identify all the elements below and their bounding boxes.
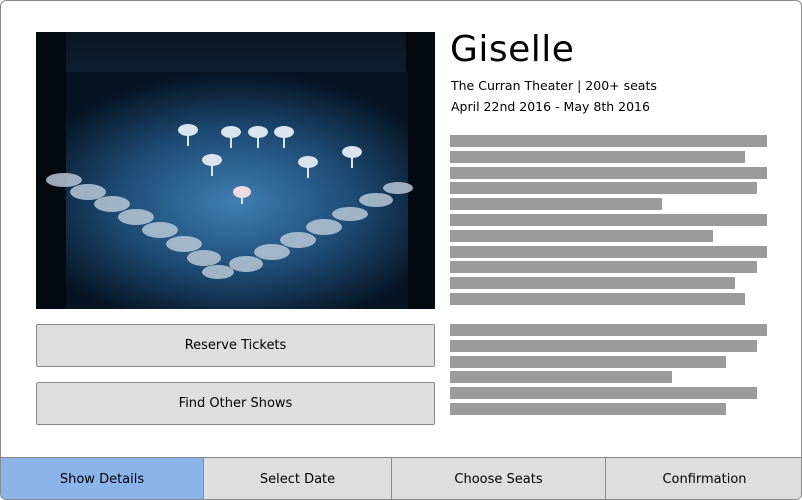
text-placeholder-line xyxy=(450,371,672,384)
tab-choose-seats[interactable]: Choose Seats xyxy=(392,458,606,499)
show-dates: April 22nd 2016 - May 8th 2016 xyxy=(451,99,650,114)
find-other-shows-button[interactable]: Find Other Shows xyxy=(36,382,435,425)
text-placeholder-line xyxy=(450,198,662,211)
text-placeholder-line xyxy=(450,277,735,290)
app-window: Reserve Tickets Find Other Shows Giselle… xyxy=(0,0,802,500)
show-title: Giselle xyxy=(450,29,575,70)
text-placeholder-line xyxy=(450,402,726,415)
tab-select-date[interactable]: Select Date xyxy=(204,458,392,499)
reserve-tickets-button[interactable]: Reserve Tickets xyxy=(36,324,435,367)
text-placeholder-line xyxy=(450,387,757,400)
step-tabs: Show Details Select Date Choose Seats Co… xyxy=(1,457,801,499)
text-placeholder-line xyxy=(450,229,713,242)
text-placeholder-line xyxy=(450,292,745,305)
text-placeholder-line xyxy=(450,213,767,226)
text-placeholder-line xyxy=(450,245,767,258)
tab-show-details[interactable]: Show Details xyxy=(1,458,204,499)
ballet-stage-illustration xyxy=(36,32,435,309)
text-placeholder-line xyxy=(450,339,757,352)
description-placeholder-paragraph-1 xyxy=(450,135,770,309)
text-placeholder-line xyxy=(450,355,726,368)
show-venue: The Curran Theater | 200+ seats xyxy=(451,78,657,93)
show-hero-image xyxy=(36,32,435,309)
description-placeholder-paragraph-2 xyxy=(450,324,770,419)
text-placeholder-line xyxy=(450,261,757,274)
text-placeholder-line xyxy=(450,324,767,336)
text-placeholder-line xyxy=(450,166,767,179)
text-placeholder-line xyxy=(450,150,745,163)
text-placeholder-line xyxy=(450,135,767,147)
tab-confirmation[interactable]: Confirmation xyxy=(606,458,801,499)
text-placeholder-line xyxy=(450,182,757,195)
